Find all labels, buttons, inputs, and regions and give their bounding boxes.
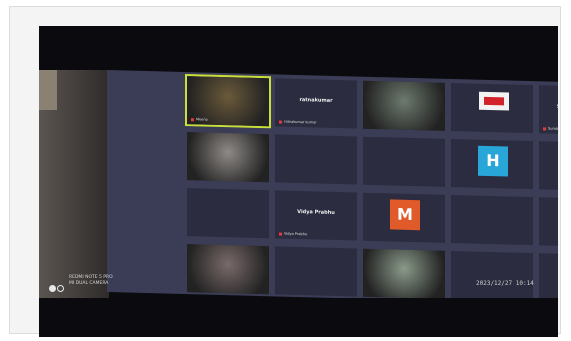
participant-tile (451, 251, 533, 302)
participant-video (363, 80, 445, 131)
muted-mic-icon (279, 232, 282, 236)
meeting-screen: Meena ratnakumar ratnakumar kumar Sundari S… (107, 70, 558, 305)
participant-tile (275, 246, 357, 297)
participant-tile (187, 132, 269, 183)
participant-tile (539, 253, 558, 304)
participant-tile (275, 134, 357, 185)
participant-avatar: H (478, 145, 508, 177)
timestamp: 2023/12/27 10:14 (476, 280, 534, 287)
participant-label: Sundari Srinivas (543, 126, 558, 131)
wall-highlight (39, 70, 57, 110)
participant-tile: Vidya Prabhu Vidya Prabhu (275, 190, 357, 241)
muted-mic-icon (279, 120, 282, 124)
participant-name: Vidya Prabhu (297, 208, 335, 216)
participant-video (187, 132, 269, 183)
participant-tile (363, 248, 445, 299)
participant-tile (539, 141, 558, 192)
photo: Meena ratnakumar ratnakumar kumar Sundari S… (39, 26, 558, 337)
participant-tile: Sundari Srinivas Sundari Srinivas (539, 85, 558, 136)
participant-tile (187, 244, 269, 295)
participant-tile: M (363, 192, 445, 243)
participant-avatar: M (390, 199, 420, 231)
muted-mic-icon (191, 117, 194, 121)
image-frame: Meena ratnakumar ratnakumar kumar Sundari S… (9, 6, 561, 337)
participant-name: ratnakumar (299, 97, 333, 104)
camera-watermark: REDMI NOTE 5 PRO MI DUAL CAMERA (55, 275, 113, 287)
muted-mic-icon (543, 126, 546, 130)
participant-name: Sundari Srinivas (539, 103, 558, 111)
participant-video (187, 244, 269, 295)
participant-label: Meena (191, 117, 208, 122)
participant-tile (539, 197, 558, 248)
participant-tile (363, 136, 445, 187)
participant-tile (187, 188, 269, 239)
participant-tile: H (451, 139, 533, 190)
participant-tile (451, 195, 533, 246)
logo-icon (479, 91, 509, 111)
participant-tile: Meena (185, 74, 271, 129)
participant-label: ratnakumar kumar (279, 120, 317, 124)
participant-label: Vidya Prabhu (279, 232, 307, 236)
participant-tile: ratnakumar ratnakumar kumar (275, 78, 357, 129)
participant-tile (363, 80, 445, 131)
participant-video (363, 248, 445, 299)
bottom-bar (39, 298, 558, 337)
participant-tile (451, 83, 533, 134)
watermark-line2: MI DUAL CAMERA (69, 281, 109, 286)
